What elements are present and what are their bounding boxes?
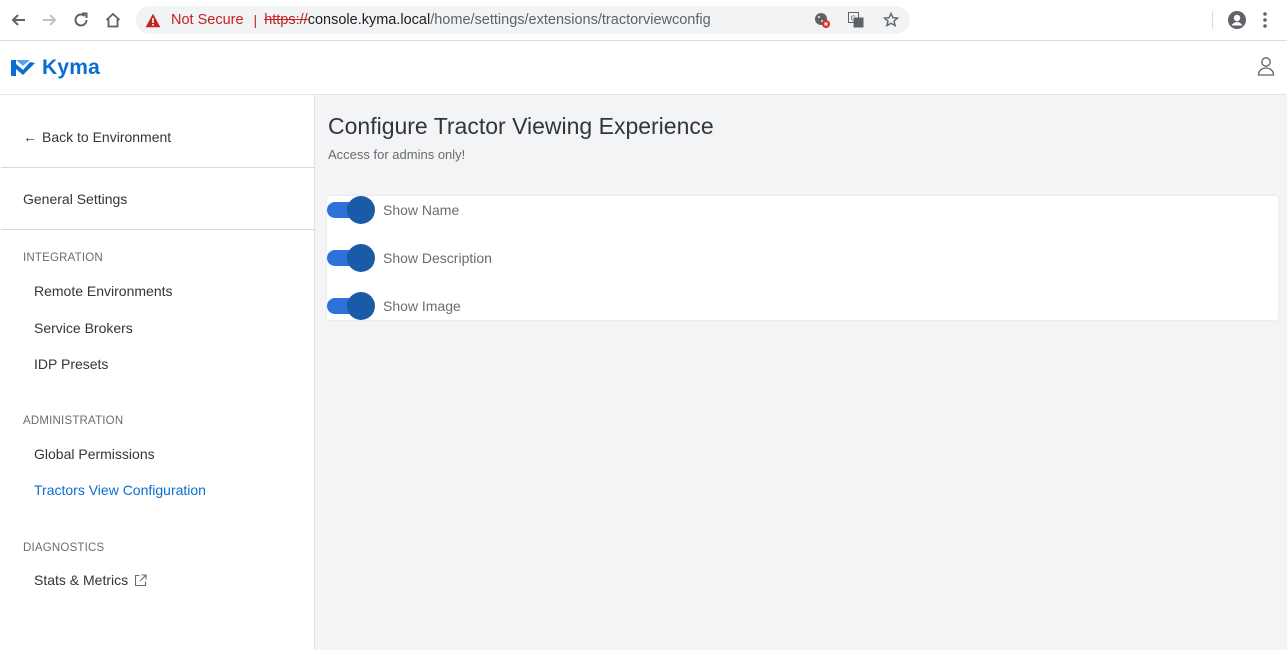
sidebar-item-idp-presets[interactable]: IDP Presets [34, 356, 108, 372]
app-header: Kyma [0, 42, 1287, 95]
url-host: console.kyma.local [307, 12, 431, 28]
bookmark-star-icon[interactable] [883, 12, 899, 28]
section-title-administration: ADMINISTRATION [23, 415, 124, 427]
page-title: Configure Tractor Viewing Experience [328, 113, 714, 139]
blocked-cookie-icon[interactable] [814, 12, 830, 28]
switch-knob [347, 292, 375, 320]
address-bar[interactable]: Not Secure | https:// console.kyma.local… [136, 6, 910, 34]
browser-toolbar: Not Secure | https:// console.kyma.local… [0, 0, 1287, 41]
sidebar: ← Back to Environment General Settings I… [1, 95, 315, 650]
show-name-switch[interactable] [327, 196, 375, 224]
external-link-icon [135, 573, 147, 586]
user-icon[interactable] [1257, 56, 1275, 76]
url-scheme: https:// [264, 12, 308, 28]
left-arrow-icon: ← [23, 129, 37, 145]
warning-icon [145, 12, 161, 28]
show-description-switch[interactable] [327, 244, 375, 272]
browser-profile-icon[interactable] [1227, 10, 1247, 30]
toggle-row-show-description: Show Description [327, 244, 492, 272]
toggle-row-show-image: Show Image [327, 292, 461, 320]
switch-knob [347, 244, 375, 272]
kyma-logo-icon [11, 60, 35, 76]
section-title-integration: INTEGRATION [23, 252, 103, 264]
sidebar-divider [1, 229, 315, 230]
sidebar-divider [1, 167, 315, 168]
back-link-label: Back to Environment [42, 129, 172, 145]
sidebar-item-service-brokers[interactable]: Service Brokers [34, 320, 133, 336]
url-path: /home/settings/extensions/tractorviewcon… [430, 12, 711, 28]
back-to-environment-link[interactable]: ← Back to Environment [23, 129, 171, 145]
reload-icon[interactable] [70, 9, 92, 31]
section-title-diagnostics: DIAGNOSTICS [23, 542, 105, 554]
toggle-row-show-name: Show Name [327, 196, 459, 224]
home-icon[interactable] [102, 9, 124, 31]
sidebar-item-tractors-view-configuration[interactable]: Tractors View Configuration [34, 482, 206, 498]
translate-icon[interactable]: G [848, 12, 864, 28]
kyma-logo[interactable]: Kyma [10, 56, 100, 80]
toggle-label: Show Name [383, 202, 460, 218]
browser-menu-icon[interactable] [1262, 11, 1268, 29]
show-image-switch[interactable] [327, 292, 375, 320]
sidebar-item-remote-environments[interactable]: Remote Environments [34, 283, 173, 299]
main-content: Configure Tractor Viewing Experience Acc… [315, 95, 1287, 650]
security-status[interactable]: Not Secure [171, 12, 244, 28]
toggle-label: Show Image [383, 298, 461, 314]
brand-name: Kyma [42, 56, 100, 79]
sidebar-item-stats-metrics[interactable]: Stats & Metrics [34, 572, 147, 588]
sidebar-item-general-settings[interactable]: General Settings [23, 191, 127, 207]
back-arrow-icon[interactable] [7, 9, 29, 31]
toggle-label: Show Description [383, 250, 492, 266]
svg-text:G: G [851, 15, 856, 23]
sidebar-item-label: Stats & Metrics [34, 572, 129, 588]
forward-arrow-icon[interactable] [39, 9, 61, 31]
url-separator: | [253, 12, 258, 28]
switch-knob [347, 196, 375, 224]
page-subtitle: Access for admins only! [328, 147, 466, 162]
sidebar-item-global-permissions[interactable]: Global Permissions [34, 446, 155, 462]
toggle-settings-panel: Show Name Show Description Show Image [327, 196, 1278, 320]
toolbar-divider [1212, 11, 1213, 29]
